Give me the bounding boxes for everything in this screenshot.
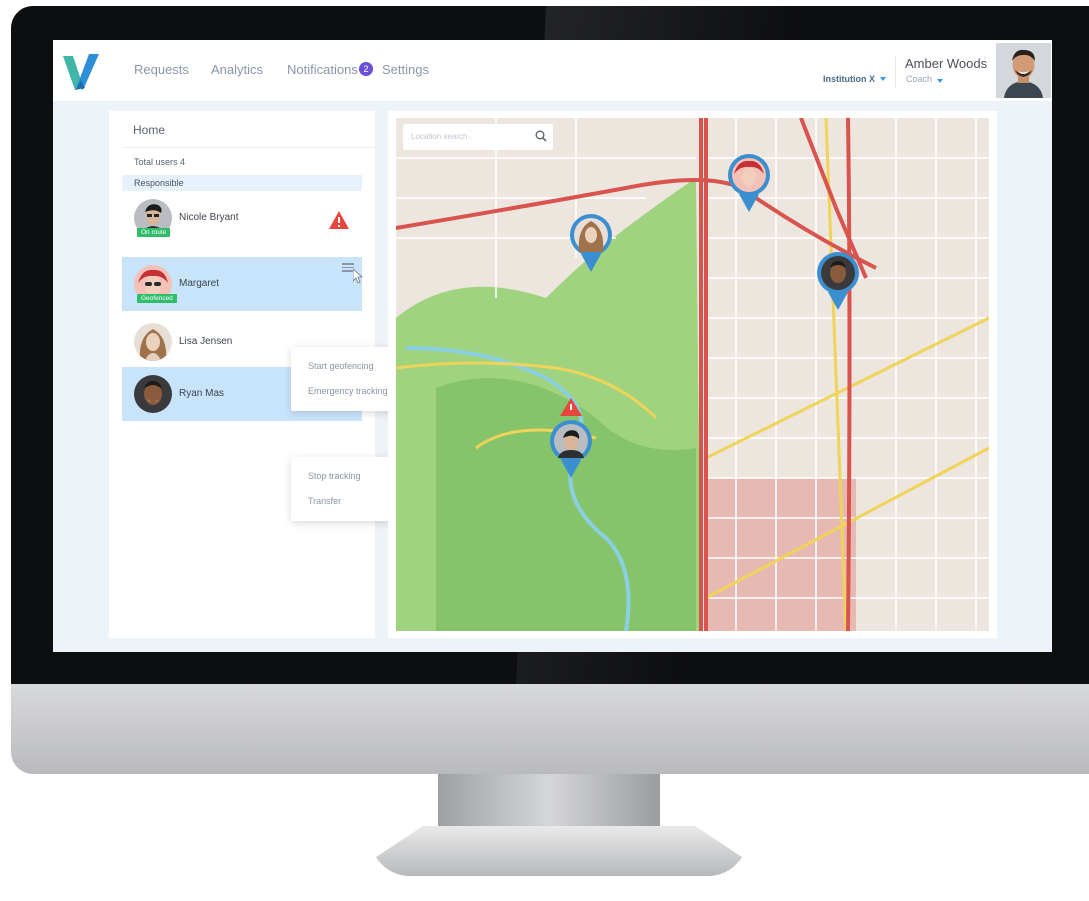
section-header: Responsible	[122, 175, 362, 191]
monitor-stand-neck	[438, 774, 660, 834]
nav-settings[interactable]: Settings	[382, 62, 429, 77]
search-icon[interactable]	[535, 130, 547, 142]
nav-requests[interactable]: Requests	[134, 62, 189, 77]
panel-title: Home	[133, 123, 166, 137]
nav-notifications[interactable]: Notifications	[287, 62, 358, 77]
user-role[interactable]: Coach	[906, 74, 932, 84]
user-name: Margaret	[179, 278, 220, 289]
monitor-chin	[11, 684, 1089, 774]
map-canvas[interactable]: Location search	[396, 118, 989, 631]
user-row-margaret[interactable]: Geofenced Margaret	[122, 257, 363, 311]
app-screen: Requests Analytics Notifications 2 Setti…	[53, 40, 1052, 652]
map-pin-ryan[interactable]	[815, 250, 861, 312]
location-search[interactable]: Location search	[403, 124, 553, 150]
total-users: Total users 4	[134, 157, 186, 167]
menu-item-start-geofencing[interactable]: Start geofencing	[308, 361, 374, 371]
avatar	[134, 323, 172, 361]
map-pin-lisa[interactable]	[568, 212, 614, 274]
users-panel: Home Total users 4 Responsible On route …	[109, 111, 409, 638]
warning-icon[interactable]	[328, 210, 350, 230]
user-name: Nicole Bryant	[179, 212, 239, 223]
notifications-count-badge: 2	[359, 62, 373, 76]
user-name: Ryan Mas	[179, 388, 225, 399]
map-pin-nicole[interactable]	[548, 418, 594, 480]
menu-item-stop-tracking[interactable]: Stop tracking	[308, 471, 361, 481]
monitor-stand-base	[370, 826, 748, 876]
menu-item-emergency-tracking[interactable]: Emergency tracking	[308, 386, 388, 396]
section-title: Responsible	[134, 178, 184, 188]
user-row-nicole[interactable]: On route Nicole Bryant	[122, 191, 362, 245]
map-panel: Location search	[388, 111, 997, 638]
status-badge: On route	[137, 228, 171, 237]
app-logo-icon[interactable]	[61, 50, 101, 92]
search-input-placeholder[interactable]: Location search	[411, 132, 467, 141]
institution-selector[interactable]: Institution X	[823, 74, 875, 84]
role-caret-icon[interactable]	[937, 79, 943, 83]
menu-item-transfer[interactable]: Transfer	[308, 496, 341, 506]
divider	[122, 147, 375, 148]
divider	[895, 56, 896, 88]
user-name[interactable]: Amber Woods	[905, 56, 987, 71]
map-pin-margaret[interactable]	[726, 152, 772, 214]
street-map	[396, 118, 989, 631]
avatar	[134, 375, 172, 413]
institution-caret-icon[interactable]	[880, 77, 886, 81]
top-navigation-bar: Requests Analytics Notifications 2 Setti…	[53, 40, 1052, 101]
cursor-icon	[353, 269, 363, 283]
user-avatar[interactable]	[996, 43, 1051, 98]
status-badge: Geofenced	[137, 294, 177, 303]
user-name: Lisa Jensen	[179, 336, 233, 347]
nav-analytics[interactable]: Analytics	[211, 62, 263, 77]
